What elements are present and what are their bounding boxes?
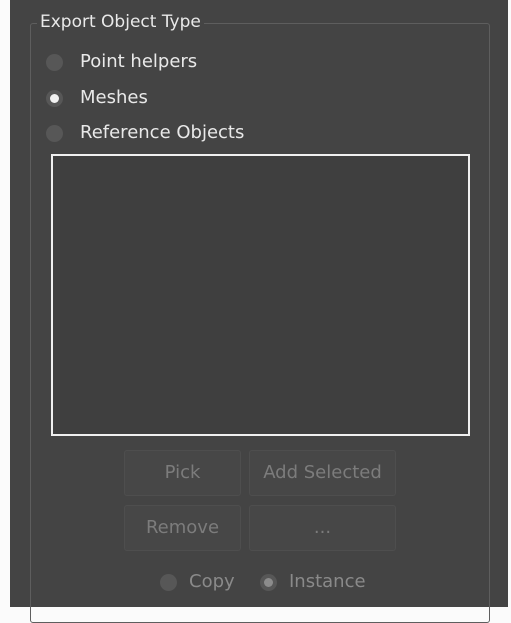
- radio-button-icon[interactable]: [160, 573, 177, 591]
- more-button[interactable]: ...: [249, 505, 396, 551]
- group-title: Export Object Type: [37, 11, 204, 33]
- mode-instance-label: Instance: [289, 571, 366, 592]
- radio-button-checked-icon[interactable]: [260, 573, 277, 591]
- remove-button[interactable]: Remove: [124, 505, 241, 551]
- option-point-helpers[interactable]: Point helpers: [46, 48, 197, 76]
- option-label: Point helpers: [80, 51, 198, 72]
- pick-button[interactable]: Pick: [124, 450, 241, 496]
- mode-copy-label: Copy: [189, 571, 235, 592]
- option-meshes[interactable]: Meshes: [46, 84, 148, 112]
- option-label: Reference Objects: [80, 122, 245, 143]
- option-reference-objects[interactable]: Reference Objects: [46, 119, 244, 147]
- mode-copy[interactable]: Copy: [160, 568, 235, 596]
- option-label: Meshes: [80, 87, 148, 108]
- add-selected-button[interactable]: Add Selected: [249, 450, 396, 496]
- mode-instance[interactable]: Instance: [260, 568, 366, 596]
- radio-button-checked-icon[interactable]: [46, 89, 63, 107]
- radio-button-icon[interactable]: [46, 124, 63, 142]
- reference-objects-list[interactable]: [51, 154, 470, 436]
- radio-button-icon[interactable]: [46, 53, 63, 71]
